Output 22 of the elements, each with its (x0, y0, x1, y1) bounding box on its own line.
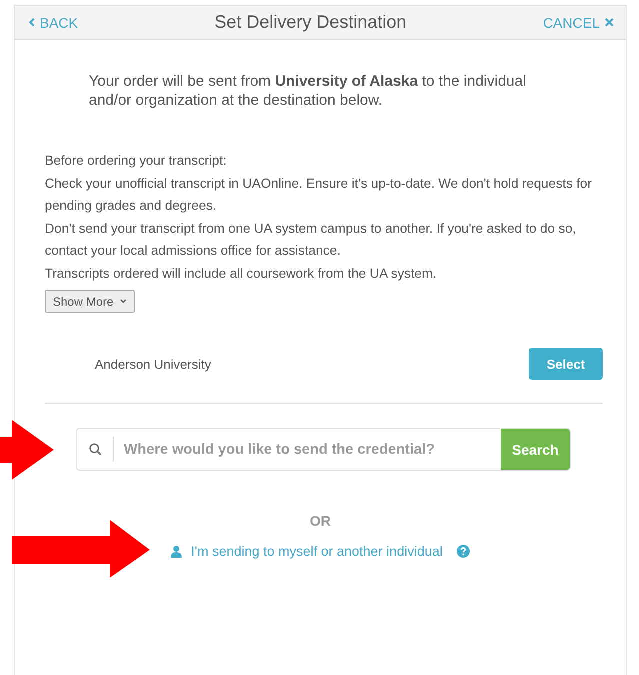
close-icon (604, 18, 614, 27)
search-icon (88, 443, 102, 456)
individual-link[interactable]: I'm sending to myself or another individual (171, 544, 443, 559)
search-button[interactable]: Search (501, 429, 570, 470)
chevron-left-icon (29, 18, 35, 27)
select-button[interactable]: Select (529, 348, 603, 380)
institution-name: Anderson University (95, 356, 212, 372)
show-more-button[interactable]: Show More (45, 290, 135, 313)
help-icon[interactable] (456, 545, 470, 558)
search-field[interactable]: Where would you like to send the credential? Search (76, 428, 571, 471)
cancel-link[interactable]: CANCEL (543, 14, 614, 30)
page-title: Set Delivery Destination (214, 12, 407, 33)
note-text: Don't send your transcript from one UA system campus to another. If you're asked to do so, contact your local admissions office for assistance. (45, 220, 578, 260)
note-text: Check your unofficial transcript in UAOnline. Ensure it's up-to-date. We don't hold requests for pending grades and degrees. (45, 174, 593, 215)
note-text: Transcripts ordered will include all coursework from the UA system. (45, 264, 438, 283)
caret-icon (120, 299, 127, 304)
annotation-arrow (0, 420, 56, 480)
intro-text: Your order will be sent from University of Alaska to the individual and/or organization at the destination below. (89, 72, 528, 110)
back-link[interactable]: BACK (29, 14, 78, 30)
person-icon (171, 546, 182, 558)
or-divider-text: OR (310, 513, 331, 529)
note-text: Before ordering your transcript: (45, 152, 228, 170)
